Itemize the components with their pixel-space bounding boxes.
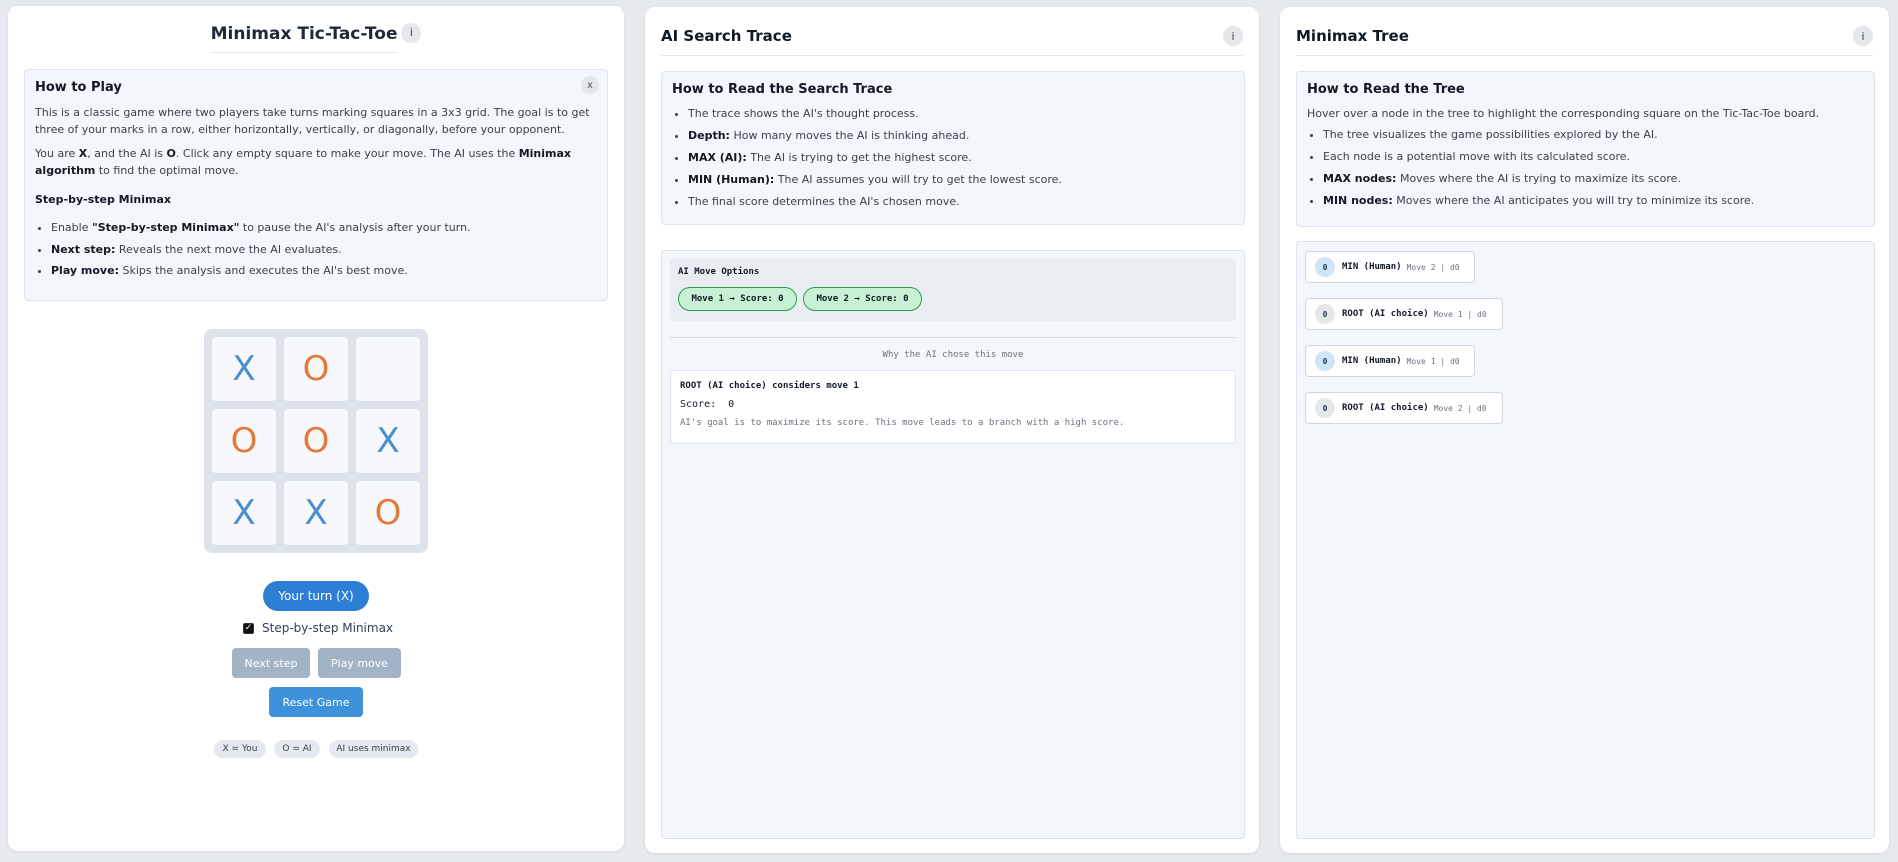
tree-node[interactable]: 0 MIN (Human) Move 2 | d0 [1305, 251, 1475, 283]
list-item: Play move: Skips the analysis and execut… [51, 264, 597, 278]
search-trace-panel: AI Search Trace i How to Read the Search… [645, 7, 1259, 853]
how-to-play-intro: This is a classic game where two players… [35, 106, 590, 136]
tic-tac-toe-board: X O O O X X X O [204, 329, 428, 553]
list-item: Depth: How many moves the AI is thinking… [688, 129, 1234, 143]
board-cell-7[interactable]: X [284, 481, 348, 545]
node-meta: Move 1 | d0 [1433, 309, 1487, 319]
node-label: MIN (Human) [1342, 356, 1402, 366]
node-score-badge: 0 [1315, 257, 1335, 277]
legend-chip-minimax: AI uses minimax [329, 740, 418, 758]
list-item: The trace shows the AI's thought process… [688, 107, 1234, 121]
next-step-button[interactable]: Next step [232, 648, 310, 678]
legend-chip-you: X = You [214, 740, 266, 758]
how-to-play-heading: How to Play [35, 80, 122, 95]
node-label: ROOT (AI choice) [1342, 309, 1429, 319]
search-trace-area: AI Move Options Move 1 → Score: 0 Move 2… [661, 250, 1245, 839]
search-trace-title: AI Search Trace [661, 27, 792, 45]
info-icon[interactable]: i [1853, 26, 1873, 46]
minimax-tree-panel: Minimax Tree i How to Read the Tree Hove… [1280, 7, 1889, 853]
board-cell-6[interactable]: X [212, 481, 276, 545]
node-score-badge: 0 [1315, 398, 1335, 418]
step-by-step-heading: Step-by-step Minimax [35, 193, 171, 206]
play-move-button[interactable]: Play move [318, 648, 401, 678]
node-label: MIN (Human) [1342, 262, 1402, 272]
node-score-badge: 0 [1315, 304, 1335, 324]
node-meta: Move 2 | d0 [1433, 403, 1487, 413]
list-item: Each node is a potential move with its c… [1323, 150, 1864, 164]
page-title: Minimax Tic-Tac-Toe [210, 24, 398, 53]
minimax-tree-area: 0 MIN (Human) Move 2 | d0 0 ROOT (AI cho… [1296, 241, 1875, 839]
node-label: ROOT (AI choice) [1342, 403, 1429, 413]
game-panel: Minimax Tic-Tac-Toe i x How to Play This… [8, 6, 624, 851]
step-by-step-checkbox[interactable]: ✓ [243, 622, 254, 634]
info-icon[interactable]: i [1223, 26, 1243, 46]
ai-move-options: AI Move Options Move 1 → Score: 0 Move 2… [670, 259, 1236, 321]
reset-game-button[interactable]: Reset Game [269, 687, 363, 717]
tree-node[interactable]: 0 ROOT (AI choice) Move 1 | d0 [1305, 298, 1503, 330]
how-to-read-trace-box: How to Read the Search Trace The trace s… [661, 71, 1245, 225]
board-cell-1[interactable]: O [284, 337, 348, 401]
step-by-step-toggle[interactable]: ✓ Step-by-step Minimax [243, 621, 393, 635]
info-icon[interactable]: i [401, 22, 422, 43]
board-cell-5[interactable]: X [356, 409, 420, 473]
explanation-title: ROOT (AI choice) considers move 1 [680, 381, 859, 391]
board-cell-3[interactable]: O [212, 409, 276, 473]
how-to-play-list: Enable "Step-by-step Minimax" to pause t… [51, 221, 597, 278]
tree-help-intro: Hover over a node in the tree to highlig… [1307, 107, 1820, 120]
step-by-step-label: Step-by-step Minimax [262, 621, 394, 635]
move-option-2-button[interactable]: Move 2 → Score: 0 [803, 287, 922, 311]
turn-status-badge: Your turn (X) [263, 581, 369, 611]
list-item: MIN nodes: Moves where the AI anticipate… [1323, 194, 1864, 208]
list-item: Enable "Step-by-step Minimax" to pause t… [51, 221, 597, 235]
explanation-text: AI's goal is to maximize its score. This… [680, 418, 1125, 428]
list-item: The final score determines the AI's chos… [688, 195, 1234, 209]
list-item: MAX (AI): The AI is trying to get the hi… [688, 151, 1234, 165]
move-explanation: ROOT (AI choice) considers move 1 Score:… [670, 370, 1236, 444]
explanation-score: Score: 0 [680, 399, 735, 410]
game-title-row: Minimax Tic-Tac-Toe i [8, 22, 624, 53]
title-divider [1296, 55, 1873, 56]
list-item: The tree visualizes the game possibiliti… [1323, 128, 1864, 142]
board-cell-0[interactable]: X [212, 337, 276, 401]
how-to-read-tree-box: How to Read the Tree Hover over a node i… [1296, 71, 1875, 227]
board-cell-2[interactable] [356, 337, 420, 401]
node-meta: Move 1 | d0 [1406, 356, 1460, 366]
move-option-1-button[interactable]: Move 1 → Score: 0 [678, 287, 797, 311]
tree-help-heading: How to Read the Tree [1307, 82, 1465, 97]
tree-node[interactable]: 0 ROOT (AI choice) Move 2 | d0 [1305, 392, 1503, 424]
how-to-play-rules: You are X, and the AI is O. Click any em… [35, 147, 572, 177]
close-icon[interactable]: x [581, 76, 599, 94]
tree-node[interactable]: 0 MIN (Human) Move 1 | d0 [1305, 345, 1475, 377]
board-cell-8[interactable]: O [356, 481, 420, 545]
trace-help-heading: How to Read the Search Trace [672, 82, 893, 97]
minimax-tree-title: Minimax Tree [1296, 27, 1409, 45]
tree-help-list: The tree visualizes the game possibiliti… [1323, 128, 1864, 208]
node-meta: Move 2 | d0 [1406, 262, 1460, 272]
ai-move-options-label: AI Move Options [678, 267, 760, 277]
trace-divider [670, 337, 1236, 338]
list-item: Next step: Reveals the next move the AI … [51, 243, 597, 257]
how-to-play-box: x How to Play This is a classic game whe… [24, 69, 608, 301]
title-divider [661, 55, 1243, 56]
node-score-badge: 0 [1315, 351, 1335, 371]
why-label: Why the AI chose this move [882, 350, 1024, 360]
trace-help-list: The trace shows the AI's thought process… [688, 107, 1234, 209]
legend-chip-ai: O = AI [274, 740, 320, 758]
list-item: MIN (Human): The AI assumes you will try… [688, 173, 1234, 187]
board-cell-4[interactable]: O [284, 409, 348, 473]
list-item: MAX nodes: Moves where the AI is trying … [1323, 172, 1864, 186]
